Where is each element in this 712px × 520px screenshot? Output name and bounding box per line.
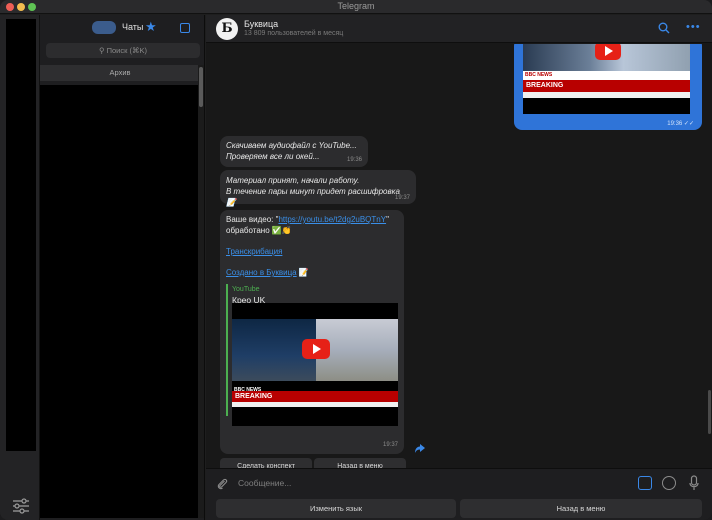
chat-list-scrollbar-track [198,65,204,518]
share-icon[interactable] [414,442,426,454]
search-placeholder: Поиск (⌘K) [106,46,147,55]
message-time: 19:37 [382,442,398,448]
outgoing-message[interactable]: BBC NEWS BREAKING 19:36 ✓✓ [514,44,702,130]
message-line: Ваше видео: "https://youtu.be/t2dg2uBQTn… [226,214,398,225]
folder-list-redacted [6,19,36,451]
paperclip-icon[interactable] [216,477,228,491]
search-input[interactable]: ⚲ Поиск (⌘K) [46,43,200,58]
archive-item[interactable]: Архив [40,65,200,81]
reply-back-to-menu-button[interactable]: Назад в меню [460,499,702,518]
video-link[interactable]: https://youtu.be/t2dg2uBQTnY [278,215,386,224]
message-time: 19:37 [394,195,410,201]
preview-source: YouTube [232,286,260,293]
message-line: В течение пары минут придет расшифровка … [226,187,400,207]
settings-sliders-icon[interactable] [12,498,30,514]
message-line: Материал принят, начали работу. [226,176,360,185]
message-text: " [386,215,389,224]
emoji-icon[interactable] [662,476,676,490]
more-icon[interactable]: ••• [686,21,701,33]
incoming-message[interactable]: Скачиваем аудиофайл с YouTube... Проверя… [220,136,368,167]
composer: Сообщение... [206,468,712,498]
bbc-logo: BBC NEWS [525,72,553,78]
chat-name[interactable]: Буквица [244,19,278,29]
search-icon: ⚲ [99,46,107,55]
incoming-message[interactable]: Материал принят, начали работу. В течени… [220,170,416,207]
chat-header[interactable]: Б Буквица 13 809 пользователей в месяц •… [206,15,712,43]
chat-scrollbar[interactable] [708,390,711,434]
folder-rail [0,15,40,520]
breaking-banner: BREAKING [232,391,398,402]
incoming-message[interactable]: Ваше видео: "https://youtu.be/t2dg2uBQTn… [220,210,404,454]
telegram-window: Telegram Чаты ★ ⚲ Поиск (⌘K) Архив Б Бук… [0,0,712,520]
message-time: 19:36 ✓✓ [667,121,694,127]
title-bar: Telegram [0,0,712,14]
message-list[interactable]: BBC NEWS BREAKING 19:36 ✓✓ Скачиваем ауд… [206,44,712,478]
message-line: обработано ✅👏 [226,226,292,235]
play-icon[interactable] [595,44,621,60]
video-thumbnail[interactable]: BBC NEWS BREAKING [523,44,690,114]
window-title: Telegram [337,1,375,11]
account-avatar[interactable] [92,21,116,34]
search-icon[interactable] [658,22,670,34]
breaking-banner: BREAKING [523,80,690,92]
thumbnail-bar [232,407,398,426]
created-link[interactable]: Создано в Буквица [226,268,297,277]
link-preview[interactable]: YouTube Креo UK BBC NEWS BREAKING [226,284,398,426]
message-input[interactable]: Сообщение... [238,478,291,488]
chat-list-title: Чаты [122,22,144,32]
thumbnail-bar [523,98,690,114]
chat-list-panel: Чаты ★ ⚲ Поиск (⌘K) Архив [40,15,205,520]
bot-commands-icon[interactable] [638,476,652,490]
reply-keyboard: Изменить язык Назад в меню [206,498,712,520]
chat-subtitle: 13 809 пользователей в месяц [244,30,344,37]
microphone-icon[interactable] [689,475,699,491]
chat-list-header: Чаты ★ [40,15,205,39]
chat-list-redacted [40,85,198,518]
chat-panel: Б Буквица 13 809 пользователей в месяц •… [206,15,712,520]
message-time: 19:36 [346,157,362,163]
chat-list-scrollbar[interactable] [199,67,203,107]
message-line: Проверяем все ли окей... [226,152,320,161]
compose-icon[interactable] [180,23,190,33]
preview-thumbnail[interactable]: BBC NEWS BREAKING [232,303,398,426]
play-icon[interactable] [302,339,330,359]
message-line: Скачиваем аудиофайл с YouTube... [226,141,357,150]
chat-avatar[interactable]: Б [216,18,238,40]
star-icon[interactable]: ★ [145,19,157,35]
message-text: Ваше видео: " [226,215,279,224]
memo-icon: 📝 [298,268,309,277]
transcript-link[interactable]: Транскрибация [226,246,398,257]
change-language-button[interactable]: Изменить язык [216,499,456,518]
